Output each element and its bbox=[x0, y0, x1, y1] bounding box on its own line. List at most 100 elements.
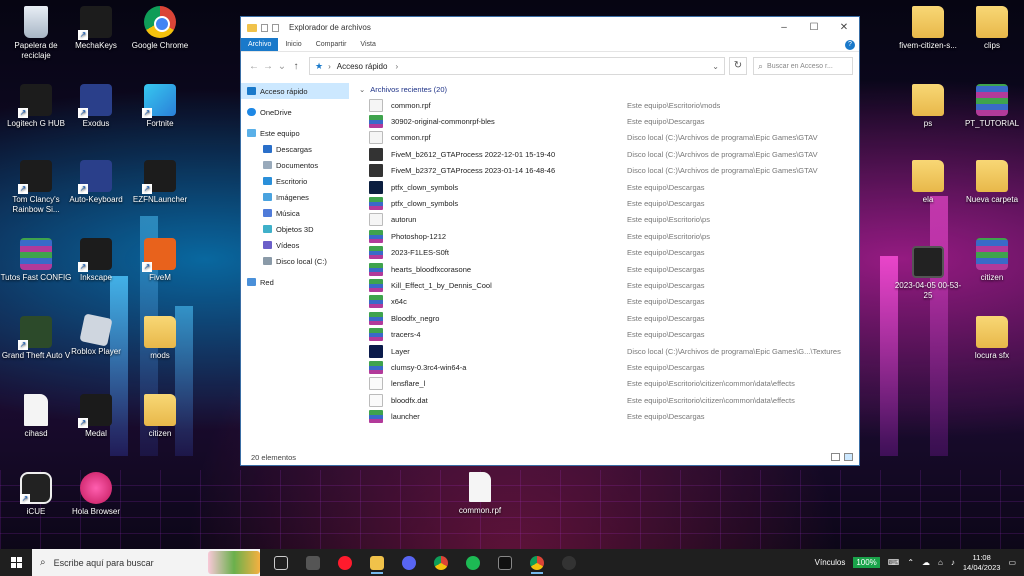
battery-indicator[interactable]: 100% bbox=[853, 557, 880, 568]
address-dropdown-icon[interactable]: ⌄ bbox=[712, 62, 719, 71]
tab-compartir[interactable]: Compartir bbox=[309, 38, 354, 51]
clock[interactable]: 11:08 14/04/2023 bbox=[963, 553, 1001, 573]
details-view-icon[interactable] bbox=[831, 453, 840, 461]
chevron-up-icon[interactable]: ⌃ bbox=[907, 558, 914, 567]
tab-vista[interactable]: Vista bbox=[353, 38, 382, 51]
file-row[interactable]: hearts_bloodfxcorasone Este equipo\Descar… bbox=[349, 261, 859, 277]
breadcrumb-quick-access[interactable]: Acceso rápido bbox=[337, 62, 388, 71]
desktop-icon-auto-keyboard[interactable]: Auto-Keyboard bbox=[60, 160, 132, 205]
file-row[interactable]: FiveM_b2612_GTAProcess 2022-12-01 15-19-… bbox=[349, 146, 859, 162]
large-icons-view-icon[interactable] bbox=[844, 453, 853, 461]
file-row[interactable]: tracers-4 Este equipo\Descargas bbox=[349, 326, 859, 342]
recent-chevron-icon[interactable]: ⌄ bbox=[275, 61, 289, 72]
desktop-icon-inkscape[interactable]: Inkscape bbox=[60, 238, 132, 283]
desktop-icon-ela[interactable]: ela bbox=[892, 160, 964, 205]
breadcrumb-chevron-icon[interactable]: › bbox=[395, 62, 398, 71]
breadcrumb-chevron-icon[interactable]: › bbox=[328, 62, 331, 71]
up-icon[interactable]: ↑ bbox=[289, 61, 303, 72]
nav-imagenes[interactable]: Imágenes bbox=[241, 189, 349, 205]
volume-icon[interactable]: ♪ bbox=[951, 558, 955, 567]
refresh-button[interactable]: ↻ bbox=[729, 57, 747, 75]
nav-videos[interactable]: Vídeos bbox=[241, 237, 349, 253]
file-row[interactable]: FiveM_b2372_GTAProcess 2023-01-14 16-48-… bbox=[349, 163, 859, 179]
desktop-icon-video-clip[interactable]: 2023-04-05 00-53-25 bbox=[892, 246, 964, 301]
file-row[interactable]: ptfx_clown_symbols Este equipo\Descargas bbox=[349, 195, 859, 211]
nav-quick-access[interactable]: Acceso rápido bbox=[241, 83, 349, 99]
desktop-icon-fivem[interactable]: FiveM bbox=[124, 238, 196, 283]
nav-network[interactable]: Red bbox=[241, 274, 349, 290]
file-row[interactable]: Layer Disco local (C:)\Archivos de progra… bbox=[349, 343, 859, 359]
file-row[interactable]: lensflare_l Este equipo\Escritorio\citize… bbox=[349, 376, 859, 392]
nav-musica[interactable]: Música bbox=[241, 205, 349, 221]
nav-disco-local[interactable]: Disco local (C:) bbox=[241, 253, 349, 269]
new-folder-icon[interactable] bbox=[272, 23, 279, 32]
app-icon[interactable] bbox=[302, 552, 324, 574]
desktop-icon-citizen-rar[interactable]: citizen bbox=[956, 238, 1024, 283]
address-bar[interactable]: ★ › Acceso rápido › ⌄ bbox=[309, 57, 725, 75]
chrome-icon[interactable] bbox=[526, 552, 548, 574]
task-view-icon[interactable] bbox=[270, 552, 292, 574]
tray-links-label[interactable]: Vínculos bbox=[815, 558, 846, 567]
file-row[interactable]: 2023-F1LES-S0ft Este equipo\Descargas bbox=[349, 245, 859, 261]
nav-onedrive[interactable]: OneDrive bbox=[241, 104, 349, 120]
spotify-icon[interactable] bbox=[462, 552, 484, 574]
desktop-icon-medal[interactable]: Medal bbox=[60, 394, 132, 439]
file-row[interactable]: ptfx_clown_symbols Este equipo\Descargas bbox=[349, 179, 859, 195]
medal-icon[interactable] bbox=[494, 552, 516, 574]
nav-documentos[interactable]: Documentos bbox=[241, 157, 349, 173]
group-header-recent-files[interactable]: ⌄ Archivos recientes (20) bbox=[349, 81, 859, 97]
desktop-icon-chrome[interactable]: Google Chrome bbox=[124, 6, 196, 51]
start-button[interactable] bbox=[0, 557, 32, 568]
desktop-icon-pt-tutorial[interactable]: PT_TUTORIAL bbox=[956, 84, 1024, 129]
network-icon[interactable]: ⌂ bbox=[938, 558, 943, 567]
maximize-button[interactable]: ☐ bbox=[799, 22, 829, 33]
tab-inicio[interactable]: Inicio bbox=[278, 38, 308, 51]
desktop-icon-exodus[interactable]: Exodus bbox=[60, 84, 132, 129]
file-row[interactable]: common.rpf Disco local (C:)\Archivos de p… bbox=[349, 130, 859, 146]
cloud-icon[interactable]: ☁ bbox=[922, 558, 930, 567]
desktop-icon-ezfnlauncher[interactable]: EZFNLauncher bbox=[124, 160, 196, 205]
desktop-icon-clips[interactable]: clips bbox=[956, 6, 1024, 51]
desktop-icon-common-rpf[interactable]: common.rpf bbox=[444, 472, 516, 515]
desktop-icon-nueva-carpeta[interactable]: Nueva carpeta bbox=[956, 160, 1024, 205]
forward-icon[interactable]: → bbox=[261, 61, 275, 72]
properties-icon[interactable] bbox=[261, 23, 268, 32]
back-icon[interactable]: ← bbox=[247, 61, 261, 72]
nav-descargas[interactable]: Descargas bbox=[241, 141, 349, 157]
nav-this-pc[interactable]: Este equipo bbox=[241, 125, 349, 141]
desktop-icon-fivem-citizen[interactable]: fivem-citizen-s... bbox=[892, 6, 964, 51]
file-row[interactable]: launcher Este equipo\Descargas bbox=[349, 408, 859, 424]
desktop-icon-ps[interactable]: ps bbox=[892, 84, 964, 129]
close-button[interactable]: ✕ bbox=[829, 22, 859, 33]
desktop-icon-hola-browser[interactable]: Hola Browser bbox=[60, 472, 132, 517]
file-row[interactable]: Kill_Effect_1_by_Dennis_Cool Este equipo\… bbox=[349, 277, 859, 293]
desktop-icon-fortnite[interactable]: Fortnite bbox=[124, 84, 196, 129]
chrome-icon[interactable] bbox=[430, 552, 452, 574]
file-row[interactable]: common.rpf Este equipo\Escritorio\mods bbox=[349, 97, 859, 113]
minimize-button[interactable]: – bbox=[769, 22, 799, 33]
file-row[interactable]: Photoshop-1212 Este equipo\Escritorio\ps bbox=[349, 228, 859, 244]
desktop-icon-roblox[interactable]: Roblox Player bbox=[60, 313, 132, 357]
discord-icon[interactable] bbox=[398, 552, 420, 574]
file-row[interactable]: Bloodfx_negro Este equipo\Descargas bbox=[349, 310, 859, 326]
help-icon[interactable]: ? bbox=[845, 40, 855, 50]
opera-icon[interactable] bbox=[334, 552, 356, 574]
file-row[interactable]: autorun Este equipo\Escritorio\ps bbox=[349, 212, 859, 228]
file-row[interactable]: 30902-original-commonrpf-bles Este equipo… bbox=[349, 113, 859, 129]
notifications-icon[interactable]: ▭ bbox=[1008, 558, 1016, 567]
nav-escritorio[interactable]: Escritorio bbox=[241, 173, 349, 189]
taskbar-search[interactable]: ⌕ Escribe aquí para buscar bbox=[32, 549, 260, 576]
file-row[interactable]: x64c Este equipo\Descargas bbox=[349, 294, 859, 310]
desktop-icon-locura-sfx[interactable]: locura sfx bbox=[956, 316, 1024, 361]
file-row[interactable]: bloodfx.dat Este equipo\Escritorio\citize… bbox=[349, 392, 859, 408]
file-explorer-icon[interactable] bbox=[366, 552, 388, 574]
tab-archivo[interactable]: Archivo bbox=[241, 38, 279, 51]
nav-objetos-3d[interactable]: Objetos 3D bbox=[241, 221, 349, 237]
app-icon[interactable] bbox=[558, 552, 580, 574]
desktop-icon-mods[interactable]: mods bbox=[124, 316, 196, 361]
desktop-icon-mechakeys[interactable]: MechaKeys bbox=[60, 6, 132, 51]
desktop-icon-citizen[interactable]: citizen bbox=[124, 394, 196, 439]
keyboard-icon[interactable]: ⌨ bbox=[888, 558, 900, 567]
file-row[interactable]: clumsy-0.3rc4-win64-a Este equipo\Descarg… bbox=[349, 359, 859, 375]
search-input[interactable]: ⌕ Buscar en Acceso r... bbox=[753, 57, 853, 75]
